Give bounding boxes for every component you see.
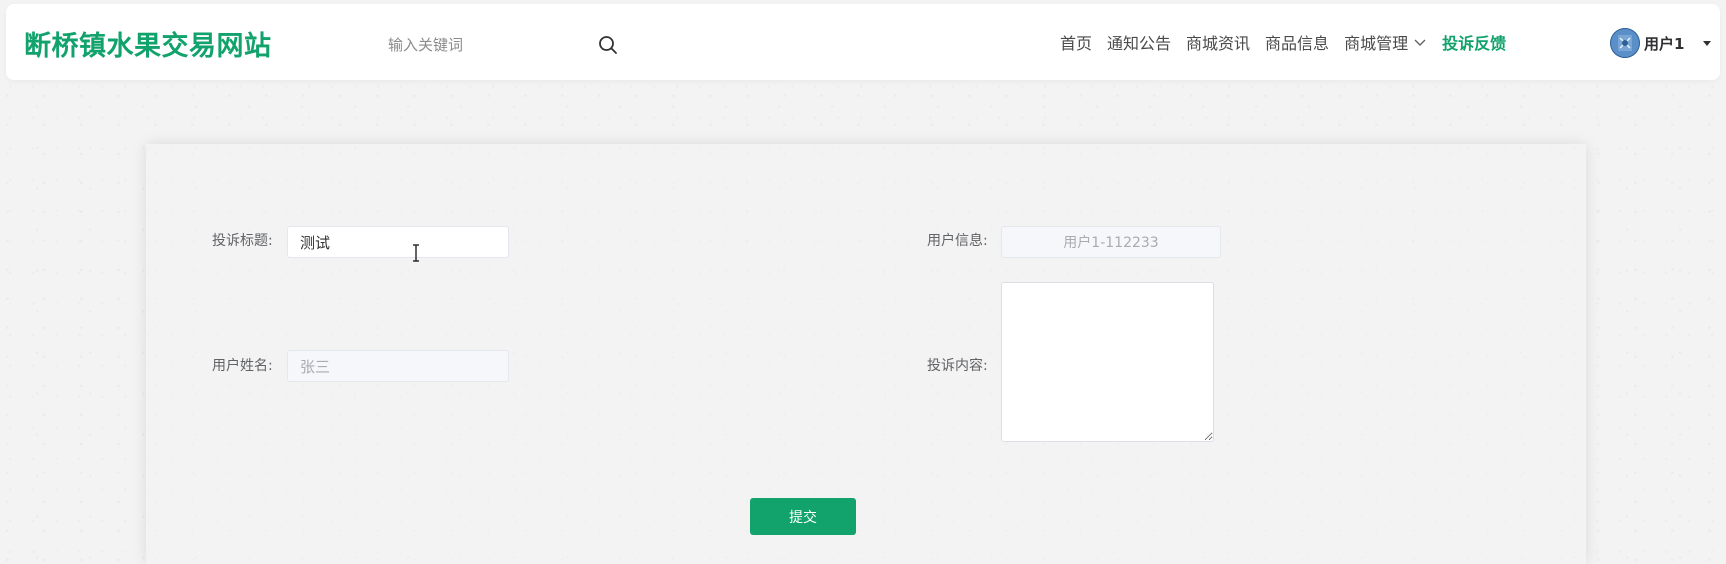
nav-item-notices[interactable]: 通知公告 <box>1107 30 1171 54</box>
complaint-title-input[interactable] <box>287 226 509 258</box>
avatar-image-icon <box>1610 28 1640 58</box>
text-cursor-icon <box>413 244 419 262</box>
user-menu[interactable]: 用户1 <box>1610 26 1713 60</box>
nav-item-news[interactable]: 商城资讯 <box>1186 30 1250 54</box>
search-input[interactable] <box>378 26 598 64</box>
complaint-form-card: 投诉标题: 用户姓名: 用户信息: 投诉内容: 提交 <box>146 144 1586 564</box>
search-box <box>378 26 628 64</box>
nav-item-home[interactable]: 首页 <box>1060 30 1092 54</box>
complaint-title-label: 投诉标题: <box>212 233 273 249</box>
complaint-content-label: 投诉内容: <box>927 358 988 374</box>
user-name: 用户1 <box>1644 34 1685 53</box>
avatar <box>1610 28 1640 58</box>
nav-item-products[interactable]: 商品信息 <box>1265 30 1329 54</box>
caret-down-icon <box>1703 41 1712 46</box>
user-info-label: 用户信息: <box>927 233 988 249</box>
complaint-content-textarea[interactable] <box>1001 282 1214 442</box>
submit-button[interactable]: 提交 <box>750 498 856 535</box>
nav-item-shop-management[interactable]: 商城管理 <box>1344 30 1427 54</box>
chevron-down-icon <box>1414 39 1426 46</box>
search-icon[interactable] <box>597 34 619 56</box>
user-name-label: 用户姓名: <box>212 358 273 374</box>
top-header: 断桥镇水果交易网站 首页 通知公告 商城资讯 商品信息 商城管理 投诉反馈 <box>6 4 1720 80</box>
user-info-input <box>1001 226 1221 258</box>
nav-item-complaints[interactable]: 投诉反馈 <box>1442 30 1506 54</box>
nav-item-shop-management-label: 商城管理 <box>1344 34 1409 53</box>
user-name-input <box>287 350 509 382</box>
main-nav: 首页 通知公告 商城资讯 商品信息 商城管理 投诉反馈 <box>1060 4 1521 80</box>
site-title[interactable]: 断桥镇水果交易网站 <box>24 24 272 63</box>
